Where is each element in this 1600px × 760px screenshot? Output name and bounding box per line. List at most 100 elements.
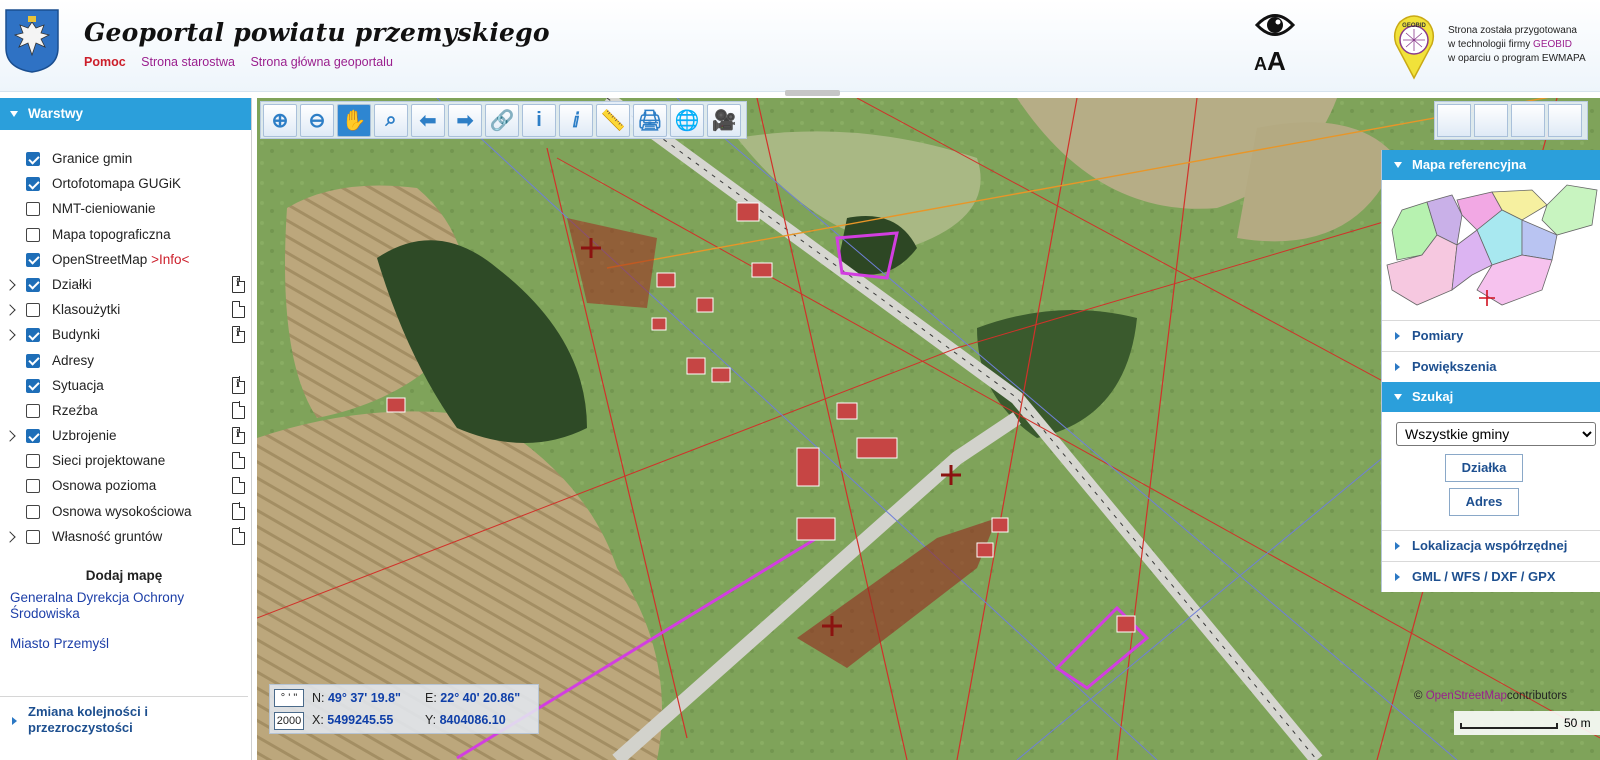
layout-panel-icon[interactable] bbox=[1548, 104, 1582, 137]
help-link[interactable]: Pomoc bbox=[84, 55, 126, 69]
layer-item[interactable]: Klasoużytki bbox=[0, 300, 252, 326]
layer-item[interactable]: Ortofotomapa GUGiK bbox=[0, 175, 252, 200]
layer-label: Działki bbox=[52, 277, 92, 292]
x-label: X: bbox=[312, 713, 324, 727]
eye-icon[interactable] bbox=[1255, 12, 1295, 38]
header-collapse-handle[interactable] bbox=[785, 90, 840, 96]
zoom-in-icon[interactable]: ⊕ bbox=[263, 104, 297, 137]
measurements-item[interactable]: Pomiary bbox=[1382, 320, 1600, 351]
county-office-link[interactable]: Strona starostwa bbox=[141, 55, 235, 69]
info-icon[interactable]: i bbox=[522, 104, 556, 137]
font-size-icon[interactable]: AA bbox=[1254, 46, 1286, 77]
layer-item[interactable]: NMT-cieniowanie bbox=[0, 200, 252, 225]
layout-export-icon[interactable] bbox=[1511, 104, 1545, 137]
layer-item[interactable]: Działki i bbox=[0, 275, 252, 301]
measure-icon[interactable]: 📏 bbox=[596, 104, 630, 137]
expand-triangle-icon bbox=[1395, 542, 1400, 550]
add-map-przemysl-link[interactable]: Miasto Przemyśl bbox=[10, 636, 109, 652]
layer-checkbox[interactable] bbox=[26, 227, 40, 242]
expand-triangle-icon bbox=[12, 717, 17, 725]
layer-item[interactable]: Własność gruntów bbox=[0, 527, 252, 553]
layer-checkbox[interactable] bbox=[26, 252, 40, 267]
video-icon[interactable]: 🎥 bbox=[707, 104, 741, 137]
layer-checkbox[interactable] bbox=[26, 479, 40, 494]
geobid-link[interactable]: GEOBID bbox=[1533, 39, 1572, 50]
layer-info-doc-icon[interactable]: i bbox=[232, 426, 246, 445]
layer-item[interactable]: Granice gmin bbox=[0, 150, 252, 175]
search-header[interactable]: Szukaj bbox=[1382, 382, 1600, 412]
layer-item[interactable]: Sytuacja i bbox=[0, 376, 252, 402]
collapse-triangle-icon bbox=[1394, 162, 1402, 168]
layer-doc-icon[interactable] bbox=[232, 401, 246, 419]
layer-info-doc-icon[interactable]: i bbox=[232, 325, 246, 344]
zoom-out-icon[interactable]: ⊖ bbox=[300, 104, 334, 137]
layer-checkbox[interactable] bbox=[26, 504, 40, 519]
layers-panel-header[interactable]: Warstwy bbox=[0, 98, 251, 130]
layer-label: Ortofotomapa GUGiK bbox=[52, 176, 181, 191]
pan-hand-icon[interactable]: ✋ bbox=[337, 104, 371, 137]
layer-checkbox[interactable] bbox=[26, 152, 40, 166]
layer-item[interactable]: Budynki i bbox=[0, 325, 252, 351]
layout-full-icon[interactable] bbox=[1437, 104, 1471, 137]
layer-info-doc-icon[interactable]: i bbox=[232, 275, 246, 293]
layer-checkbox[interactable] bbox=[26, 529, 40, 544]
layer-checkbox[interactable] bbox=[26, 353, 40, 368]
layout-split-icon[interactable] bbox=[1474, 104, 1508, 137]
layer-checkbox[interactable] bbox=[26, 454, 40, 469]
coordinate-location-item[interactable]: Lokalizacja współrzędnej bbox=[1382, 530, 1600, 561]
reference-map[interactable] bbox=[1382, 180, 1600, 320]
zooms-item[interactable]: Powiększenia bbox=[1382, 351, 1600, 382]
layer-doc-icon[interactable] bbox=[232, 502, 246, 520]
accessibility-controls[interactable]: AA bbox=[1252, 12, 1298, 76]
scale-bar: 50 m bbox=[1454, 711, 1600, 735]
globe-icon[interactable]: 🌐 bbox=[670, 104, 704, 137]
layer-checkbox[interactable] bbox=[26, 403, 40, 418]
expand-chevron-icon[interactable] bbox=[4, 329, 16, 341]
layer-item[interactable]: Mapa topograficzna bbox=[0, 226, 252, 251]
layer-checkbox[interactable] bbox=[26, 378, 40, 393]
layer-item[interactable]: OpenStreetMap >Info< bbox=[0, 251, 252, 276]
parcel-search-button[interactable]: Działka bbox=[1445, 454, 1523, 482]
add-map-gdos-link[interactable]: Generalna Dyrekcja Ochrony Środowiska bbox=[10, 590, 210, 622]
layer-doc-icon[interactable] bbox=[232, 527, 246, 545]
layer-checkbox[interactable] bbox=[26, 277, 40, 292]
dms-format-toggle[interactable]: ° ' " bbox=[274, 689, 304, 707]
pl2000-format-toggle[interactable]: 2000 bbox=[274, 712, 304, 730]
layer-info-link[interactable]: >Info< bbox=[151, 252, 189, 267]
next-view-icon[interactable]: ➡ bbox=[448, 104, 482, 137]
layer-order-transparency-item[interactable]: Zmiana kolejności i przezroczystości bbox=[0, 696, 248, 760]
layer-label: NMT-cieniowanie bbox=[52, 201, 156, 216]
layer-checkbox[interactable] bbox=[26, 328, 40, 343]
layer-item[interactable]: Adresy bbox=[0, 352, 252, 377]
layer-item[interactable]: Uzbrojenie i bbox=[0, 426, 252, 452]
map-view[interactable]: ⊕ ⊖ ✋ ⌕ ⬅ ➡ 🔗 i ⅈ 📏 🖨 🌐 🎥 Mapa referencyjna bbox=[257, 98, 1600, 760]
geoportal-home-link[interactable]: Strona główna geoportalu bbox=[250, 55, 392, 69]
expand-chevron-icon[interactable] bbox=[4, 304, 16, 316]
layer-doc-icon[interactable] bbox=[232, 477, 246, 495]
gmina-select[interactable]: Wszystkie gminy bbox=[1396, 422, 1596, 446]
previous-view-icon[interactable]: ⬅ bbox=[411, 104, 445, 137]
osm-attribution-link[interactable]: OpenStreetMap bbox=[1426, 690, 1507, 702]
layer-item[interactable]: Rzeźba bbox=[0, 401, 252, 427]
layer-item[interactable]: Sieci projektowane bbox=[0, 451, 252, 477]
layer-checkbox[interactable] bbox=[26, 177, 40, 192]
layer-item[interactable]: Osnowa wysokościowa bbox=[0, 502, 252, 528]
print-icon[interactable]: 🖨 bbox=[633, 104, 667, 137]
layer-info-doc-icon[interactable]: i bbox=[232, 376, 246, 394]
ref-map-header[interactable]: Mapa referencyjna bbox=[1382, 150, 1600, 180]
layer-doc-icon[interactable] bbox=[232, 451, 246, 470]
expand-chevron-icon[interactable] bbox=[4, 279, 16, 291]
export-formats-item[interactable]: GML / WFS / DXF / GPX bbox=[1382, 561, 1600, 592]
link-icon[interactable]: 🔗 bbox=[485, 104, 519, 137]
info-query-icon[interactable]: ⅈ bbox=[559, 104, 593, 137]
layer-item[interactable]: Osnowa pozioma bbox=[0, 477, 252, 502]
zoom-extent-icon[interactable]: ⌕ bbox=[374, 104, 408, 137]
expand-chevron-icon[interactable] bbox=[4, 430, 16, 442]
address-search-button[interactable]: Adres bbox=[1449, 488, 1519, 516]
reference-map-drawing[interactable] bbox=[1382, 180, 1600, 320]
layer-checkbox[interactable] bbox=[26, 202, 40, 217]
layer-doc-icon[interactable] bbox=[232, 300, 246, 319]
layer-checkbox[interactable] bbox=[26, 429, 40, 444]
expand-chevron-icon[interactable] bbox=[4, 531, 16, 543]
layer-checkbox[interactable] bbox=[26, 303, 40, 318]
